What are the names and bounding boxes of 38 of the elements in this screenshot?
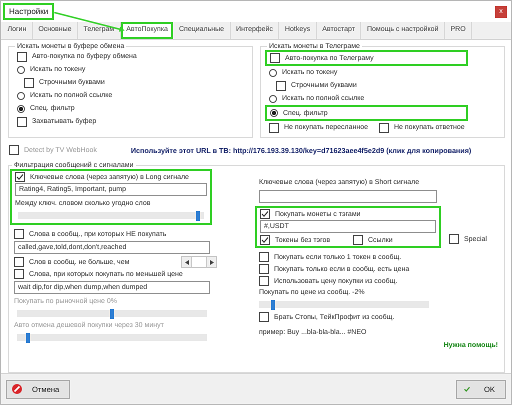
check-icon (464, 384, 470, 394)
right-arrow-icon (210, 260, 214, 264)
checkbox[interactable] (270, 53, 280, 63)
checkbox[interactable] (14, 229, 24, 239)
checkbox[interactable] (17, 116, 27, 126)
left-arrow-icon (184, 260, 189, 264)
radio-button[interactable] (17, 104, 25, 112)
checkbox[interactable] (14, 269, 24, 279)
radio-button[interactable] (17, 66, 25, 74)
checkbox[interactable] (24, 78, 34, 88)
text-field[interactable] (259, 190, 437, 203)
checkbox[interactable] (259, 276, 269, 286)
slider-thumb[interactable] (26, 333, 30, 343)
checkbox[interactable] (259, 252, 269, 262)
checkbox[interactable] (259, 264, 269, 274)
checkbox[interactable] (269, 122, 279, 132)
checkbox[interactable] (379, 122, 389, 132)
checkbox[interactable] (14, 257, 24, 267)
window-title: Настройки (3, 3, 54, 20)
slider-thumb[interactable] (270, 300, 275, 310)
checkbox[interactable] (276, 80, 286, 90)
checkbox[interactable] (449, 234, 459, 244)
number-spinner[interactable] (181, 256, 218, 268)
slider-thumb[interactable] (196, 211, 200, 221)
checkbox[interactable] (259, 312, 269, 322)
decrease-button[interactable] (182, 257, 192, 267)
radio-button[interactable] (269, 94, 277, 102)
radio-button[interactable] (269, 68, 277, 76)
slider-thumb[interactable] (110, 309, 114, 319)
radio-button[interactable] (270, 109, 278, 117)
checkbox[interactable] (17, 52, 27, 62)
cancel-icon (12, 384, 22, 394)
radio-button[interactable] (17, 92, 25, 100)
checkbox[interactable] (260, 235, 270, 245)
checkbox[interactable] (15, 172, 25, 182)
checkbox[interactable] (353, 235, 363, 245)
checkbox[interactable] (260, 209, 270, 219)
increase-button[interactable] (207, 257, 216, 267)
